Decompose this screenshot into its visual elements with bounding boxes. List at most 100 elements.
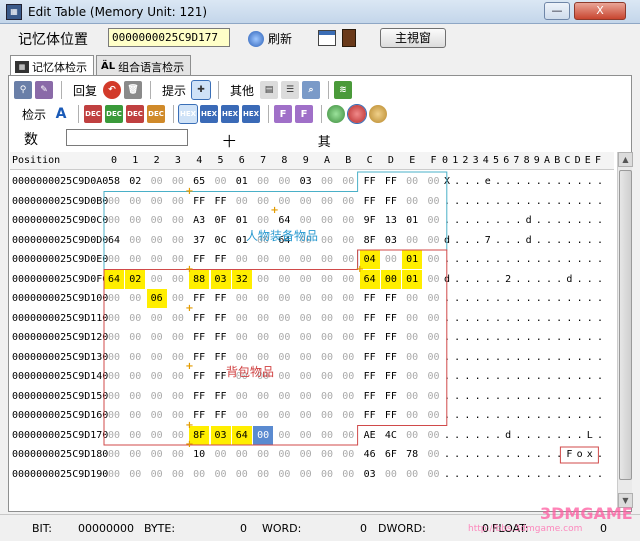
- hex-cell[interactable]: 00: [125, 328, 145, 347]
- ascii-cell[interactable]: .: [503, 293, 513, 304]
- ascii-cell[interactable]: .: [595, 430, 605, 441]
- hex-cell[interactable]: 00: [147, 426, 167, 445]
- hex-cell[interactable]: 00: [317, 367, 337, 386]
- hex-cell[interactable]: 00: [274, 406, 294, 425]
- hex-cell[interactable]: 00: [147, 211, 167, 230]
- ascii-cell[interactable]: .: [513, 215, 523, 226]
- ascii-cell[interactable]: .: [493, 235, 503, 246]
- orange-dot-icon[interactable]: [369, 105, 388, 123]
- ascii-cell[interactable]: d: [524, 235, 534, 246]
- ascii-cell[interactable]: .: [473, 274, 483, 285]
- ascii-cell[interactable]: .: [564, 430, 574, 441]
- ascii-cell[interactable]: .: [483, 469, 493, 480]
- hex-cell[interactable]: 00: [381, 465, 401, 484]
- hex-cell[interactable]: 00: [104, 211, 124, 230]
- hex-dword-icon[interactable]: HEX: [221, 105, 240, 123]
- ascii-cell[interactable]: .: [544, 469, 554, 480]
- hex-cell[interactable]: 00: [381, 250, 401, 269]
- ascii-cell[interactable]: .: [575, 215, 585, 226]
- hex-cell[interactable]: 00: [104, 328, 124, 347]
- hex-cell[interactable]: 00: [296, 309, 316, 328]
- ascii-cell[interactable]: .: [534, 371, 544, 382]
- hex-cell[interactable]: 00: [253, 406, 273, 425]
- ascii-cell[interactable]: .: [473, 215, 483, 226]
- hex-cell[interactable]: FF: [189, 328, 209, 347]
- ascii-cell[interactable]: .: [442, 332, 452, 343]
- ascii-cell[interactable]: .: [595, 391, 605, 402]
- ascii-cell[interactable]: .: [452, 410, 462, 421]
- hex-cell[interactable]: 00: [402, 309, 422, 328]
- hex-cell[interactable]: FF: [360, 387, 380, 406]
- hex-cell[interactable]: 00: [253, 309, 273, 328]
- hex-cell[interactable]: 00: [253, 425, 274, 445]
- ascii-cell[interactable]: .: [513, 410, 523, 421]
- ascii-cell[interactable]: .: [595, 235, 605, 246]
- ascii-cell[interactable]: .: [513, 235, 523, 246]
- ascii-cell[interactable]: .: [442, 430, 452, 441]
- hex-cell[interactable]: 00: [232, 465, 252, 484]
- hex-cell[interactable]: 00: [296, 465, 316, 484]
- hex-cell[interactable]: 00: [296, 192, 316, 211]
- hex-cell[interactable]: 00: [232, 406, 252, 425]
- ascii-cell[interactable]: .: [595, 469, 605, 480]
- hex-cell[interactable]: 00: [274, 367, 294, 386]
- ascii-cell[interactable]: .: [595, 371, 605, 382]
- ascii-cell[interactable]: .: [452, 430, 462, 441]
- ascii-cell[interactable]: .: [585, 215, 595, 226]
- ascii-cell[interactable]: .: [544, 449, 554, 460]
- ascii-cell[interactable]: .: [585, 410, 595, 421]
- ascii-cell[interactable]: .: [524, 274, 534, 285]
- hex-cell[interactable]: 00: [125, 426, 145, 445]
- ascii-cell[interactable]: .: [564, 235, 574, 246]
- ascii-cell[interactable]: .: [473, 196, 483, 207]
- hex-cell[interactable]: 01: [232, 172, 252, 191]
- hex-cell[interactable]: 00: [424, 270, 444, 289]
- hex-cell[interactable]: 0C: [211, 231, 231, 250]
- ascii-cell[interactable]: .: [452, 254, 462, 265]
- hex-cell[interactable]: 00: [317, 172, 337, 191]
- hex-cell[interactable]: 00: [253, 270, 273, 289]
- ascii-cell[interactable]: .: [575, 235, 585, 246]
- ascii-cell[interactable]: .: [534, 254, 544, 265]
- hex-byte-icon[interactable]: HEX: [178, 104, 199, 124]
- hex-cell[interactable]: 00: [253, 289, 273, 308]
- hex-cell[interactable]: 00: [232, 387, 252, 406]
- hex-cell[interactable]: 00: [211, 172, 231, 191]
- ascii-cell[interactable]: .: [452, 196, 462, 207]
- ascii-cell[interactable]: .: [575, 196, 585, 207]
- hex-cell[interactable]: 00: [296, 367, 316, 386]
- ascii-cell[interactable]: .: [534, 449, 544, 460]
- ascii-cell[interactable]: .: [452, 371, 462, 382]
- hex-cell[interactable]: 00: [211, 465, 231, 484]
- hex-cell[interactable]: 00: [296, 270, 316, 289]
- ascii-cell[interactable]: .: [483, 449, 493, 460]
- hex-cell[interactable]: 00: [338, 445, 358, 464]
- hex-cell[interactable]: FF: [381, 309, 401, 328]
- ascii-cell[interactable]: d: [442, 235, 452, 246]
- ascii-cell[interactable]: .: [452, 176, 462, 187]
- hex-cell[interactable]: 06: [146, 289, 167, 308]
- hex-cell[interactable]: 00: [317, 465, 337, 484]
- ascii-cell[interactable]: .: [513, 430, 523, 441]
- ascii-cell[interactable]: .: [452, 215, 462, 226]
- ascii-cell[interactable]: .: [493, 449, 503, 460]
- ascii-cell[interactable]: .: [585, 352, 595, 363]
- hex-cell[interactable]: 00: [424, 406, 444, 425]
- ascii-cell[interactable]: .: [534, 313, 544, 324]
- ascii-cell[interactable]: .: [513, 293, 523, 304]
- ascii-cell[interactable]: 2: [503, 274, 513, 285]
- ascii-cell[interactable]: .: [524, 449, 534, 460]
- hex-cell[interactable]: 6F: [381, 445, 401, 464]
- hex-cell[interactable]: FF: [189, 387, 209, 406]
- hex-cell[interactable]: 00: [317, 309, 337, 328]
- hex-cell[interactable]: 00: [125, 387, 145, 406]
- ascii-cell[interactable]: .: [564, 332, 574, 343]
- hex-cell[interactable]: FF: [360, 192, 380, 211]
- hex-cell[interactable]: 00: [338, 465, 358, 484]
- hex-cell[interactable]: 00: [317, 426, 337, 445]
- hex-cell[interactable]: 00: [104, 192, 124, 211]
- hex-cell[interactable]: 00: [338, 211, 358, 230]
- ascii-cell[interactable]: .: [473, 254, 483, 265]
- ascii-cell[interactable]: .: [493, 293, 503, 304]
- ascii-cell[interactable]: .: [564, 410, 574, 421]
